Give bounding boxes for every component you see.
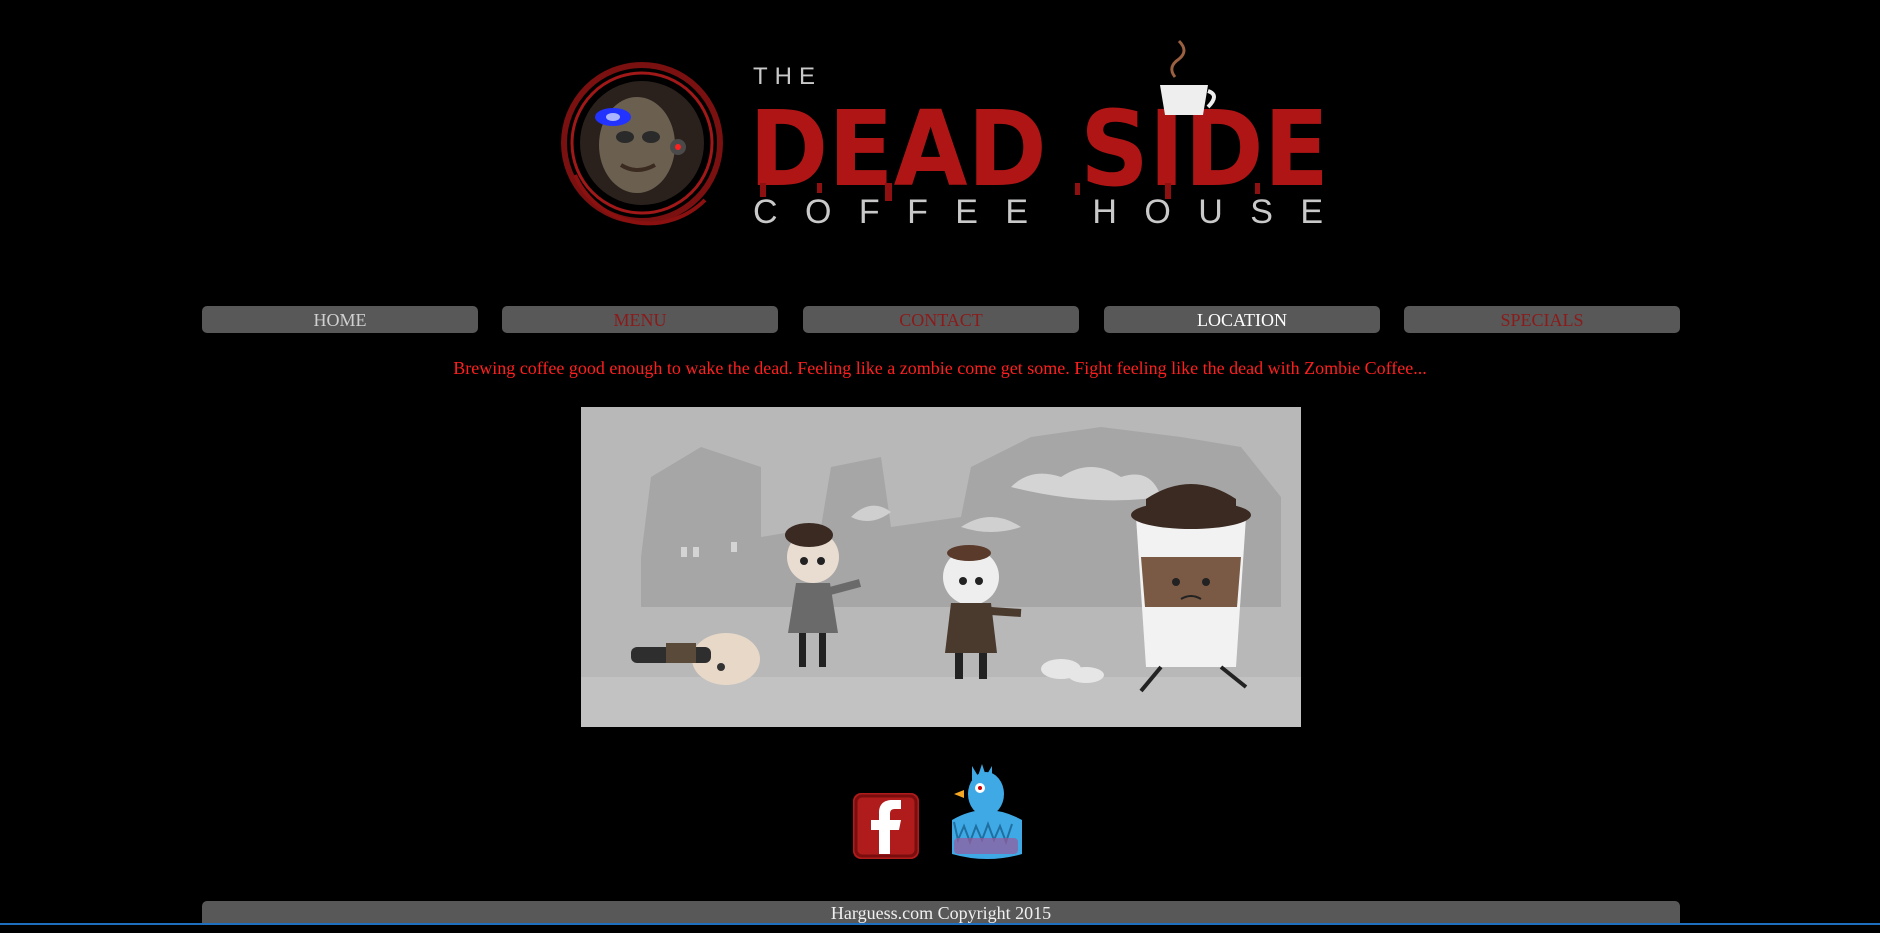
nav-home-link[interactable]: HOME	[202, 306, 478, 333]
nav-location-link[interactable]: LOCATION	[1104, 306, 1380, 333]
tagline: Brewing coffee good enough to wake the d…	[453, 358, 1427, 378]
footer-bar: Harguess.com Copyright 2015	[202, 901, 1680, 925]
zombies-chasing-coffee-illustration	[581, 407, 1301, 727]
copyright-text: Harguess.com Copyright 2015	[830, 903, 1052, 923]
site-logo[interactable]: THE DEAD SIDE COFFEE HOUSE	[555, 25, 1335, 235]
bottom-divider	[0, 923, 1880, 925]
main-nav: HOME MENU CONTACT LOCATION SPECIALS	[202, 306, 1680, 333]
page: THE DEAD SIDE COFFEE HOUSE HOME MENU CON…	[0, 0, 1880, 933]
nav-menu-link[interactable]: MENU	[502, 306, 778, 333]
logo-the-text: THE	[753, 63, 822, 90]
logo-main-text: DEAD SIDE	[749, 88, 1329, 210]
logo-graphic: THE DEAD SIDE COFFEE HOUSE	[561, 39, 1329, 231]
nav-specials-link[interactable]: SPECIALS	[1404, 306, 1680, 333]
twitter-zombie-bird-icon[interactable]	[942, 760, 1028, 866]
nav-contact-link[interactable]: CONTACT	[803, 306, 1079, 333]
facebook-icon[interactable]	[850, 790, 922, 862]
